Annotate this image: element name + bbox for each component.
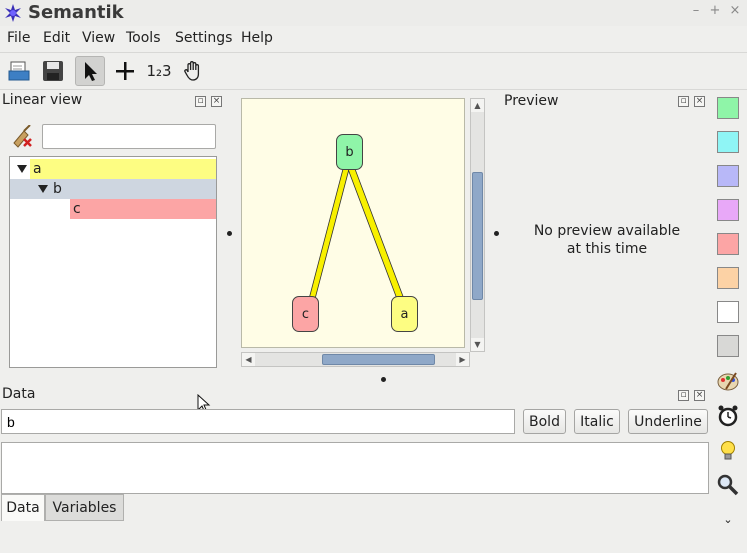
maximize-icon[interactable]: + [708, 4, 722, 18]
hand-icon [184, 61, 200, 81]
bold-button[interactable]: Bold [523, 409, 566, 434]
move-button[interactable] [110, 56, 140, 86]
scroll-right-icon[interactable]: ▶ [456, 353, 469, 366]
float-icon[interactable]: ▫ [195, 96, 206, 107]
tree-item-label: b [53, 181, 62, 197]
pointer-icon [85, 62, 97, 81]
preview-title: Preview [504, 93, 559, 109]
menu-tools[interactable]: Tools [126, 30, 161, 46]
sort-button[interactable]: 1₂3 [144, 56, 174, 86]
underline-button[interactable]: Underline [628, 409, 708, 434]
search-button[interactable] [715, 472, 741, 498]
map-node-c[interactable]: c [292, 296, 319, 332]
edge-b-c [308, 168, 350, 300]
app-logo-icon [5, 4, 21, 22]
italic-button[interactable]: Italic [574, 409, 620, 434]
horizontal-scroll-thumb[interactable] [322, 354, 435, 365]
canvas-vertical-scrollbar[interactable]: ▲ ▼ [470, 98, 485, 352]
canvas-horizontal-scrollbar[interactable]: ◀ ▶ [241, 352, 470, 367]
tree-item-label: c [73, 201, 81, 217]
preview-message-line2: at this time [566, 241, 648, 257]
more-button[interactable]: ⌄ [715, 506, 741, 532]
close-icon[interactable]: × [694, 96, 705, 107]
scroll-up-icon[interactable]: ▲ [471, 99, 484, 112]
chevron-down-icon: ⌄ [723, 512, 733, 526]
scroll-left-icon[interactable]: ◀ [242, 353, 255, 366]
alarm-button[interactable] [715, 403, 741, 429]
color-swatch-cyan[interactable] [717, 131, 739, 153]
paint-icon [717, 372, 739, 391]
pointer-button[interactable] [75, 56, 105, 86]
color-swatch-blue[interactable] [717, 165, 739, 187]
open-button[interactable] [4, 56, 34, 86]
expand-arrow-icon[interactable] [38, 185, 48, 193]
hand-button[interactable] [178, 56, 208, 86]
minimize-icon[interactable]: – [689, 4, 703, 18]
menu-bar: File Edit View Tools Settings Help [0, 27, 747, 51]
linear-view-tree[interactable]: a b c [9, 156, 217, 368]
window-title: Semantik [28, 2, 124, 23]
save-button[interactable] [38, 56, 68, 86]
tree-item-c[interactable]: c [70, 199, 216, 219]
float-icon[interactable]: ▫ [678, 96, 689, 107]
menu-help[interactable]: Help [241, 30, 273, 46]
node-label: b [345, 144, 354, 160]
color-swatch-white[interactable] [717, 301, 739, 323]
data-dock-controls: ▫ × [678, 390, 705, 401]
splitter-handle[interactable] [494, 231, 499, 236]
edge-b-a [347, 168, 405, 300]
tab-data[interactable]: Data [1, 494, 45, 521]
expand-arrow-icon[interactable] [17, 165, 27, 173]
close-icon[interactable]: × [694, 390, 705, 401]
splitter-handle[interactable] [381, 377, 386, 382]
splitter-handle[interactable] [227, 231, 232, 236]
close-icon[interactable]: × [728, 4, 742, 18]
search-icon [717, 474, 739, 496]
node-description-textarea[interactable] [1, 442, 709, 494]
tree-item-label: a [33, 161, 42, 177]
preview-message: No preview available at this time [512, 222, 702, 258]
vertical-scroll-thumb[interactable] [472, 172, 483, 300]
node-text-input[interactable] [1, 409, 515, 434]
color-swatch-red[interactable] [717, 233, 739, 255]
linear-view-dock-controls: ▫ × [195, 96, 222, 107]
menu-file[interactable]: File [7, 30, 30, 46]
scroll-down-icon[interactable]: ▼ [471, 338, 484, 351]
tree-item-a[interactable]: a [30, 159, 216, 179]
alarm-icon [718, 405, 738, 427]
node-label: a [400, 306, 409, 322]
toolbar: 1₂3 [0, 52, 747, 90]
color-swatch-gray[interactable] [717, 335, 739, 357]
preview-message-line1: No preview available [533, 223, 681, 239]
clear-search-icon[interactable] [10, 125, 36, 149]
sort-icon: 1₂3 [146, 62, 172, 80]
preview-dock-controls: ▫ × [678, 96, 705, 107]
menu-edit[interactable]: Edit [43, 30, 70, 46]
bulb-icon [721, 441, 735, 460]
paint-button[interactable] [715, 368, 741, 394]
title-bar: Semantik – + × [0, 0, 747, 26]
move-icon [116, 62, 134, 80]
menu-view[interactable]: View [82, 30, 115, 46]
menu-settings[interactable]: Settings [175, 30, 232, 46]
bulb-button[interactable] [715, 438, 741, 464]
data-title: Data [2, 386, 36, 402]
float-icon[interactable]: ▫ [678, 390, 689, 401]
map-node-b[interactable]: b [336, 134, 363, 170]
color-swatch-orange[interactable] [717, 267, 739, 289]
node-label: c [301, 306, 310, 322]
linear-view-search-input[interactable] [42, 124, 216, 149]
color-swatch-green[interactable] [717, 97, 739, 119]
map-node-a[interactable]: a [391, 296, 418, 332]
color-swatch-violet[interactable] [717, 199, 739, 221]
linear-view-title: Linear view [2, 92, 83, 108]
save-icon [43, 61, 63, 81]
tab-variables[interactable]: Variables [45, 494, 124, 521]
open-icon [8, 61, 30, 81]
mind-map-canvas[interactable]: b c a [241, 98, 465, 348]
close-icon[interactable]: × [211, 96, 222, 107]
